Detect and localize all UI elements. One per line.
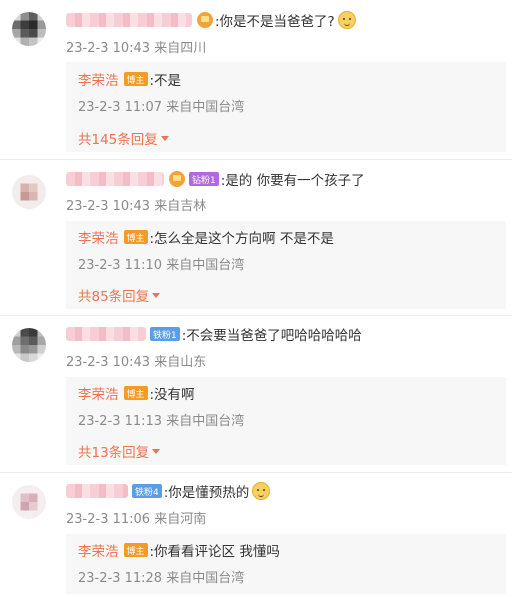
more-replies-label: 共145条回复 [78,132,158,148]
reply-author-link[interactable]: 李荣浩 [78,540,119,560]
reply-text: :怎么全是这个方向啊 不是不是 [149,231,334,247]
comment-text: :不会要当爸爸了吧哈哈哈哈哈 [181,328,362,344]
reply-header: 李荣浩 博主 :怎么全是这个方向啊 不是不是 [78,227,334,247]
fan-badge: 钻粉1 [189,172,219,186]
reply-header: 李荣浩 博主 :不是 [78,69,181,89]
comment-text: :你是不是当爸爸了? [215,14,335,30]
host-badge: 博主 [123,543,148,557]
more-replies-label: 共13条回复 [78,445,150,461]
avatar-image [12,328,46,362]
avatar[interactable] [12,485,46,519]
caret-down-icon [152,292,161,298]
comment-meta: 23-2-3 10:43 来自山东 [66,355,207,370]
comment-meta: 23-2-3 10:43 来自吉林 [66,199,207,214]
comment-header: 铁粉4 :你是懂预热的 [66,480,271,502]
avatar-image [12,175,46,209]
reply-meta: 23-2-3 11:28 来自中国台湾 [78,571,245,586]
comment-text: :是的 你要有一个孩子了 [220,173,365,189]
username-blurred[interactable] [66,484,128,498]
reply-box: 李荣浩 博主 :怎么全是这个方向啊 不是不是 23-2-3 11:10 来自中国… [66,221,506,309]
comment-header: :你是不是当爸爸了? [66,9,356,31]
avatar[interactable] [12,12,46,46]
comment-meta: 23-2-3 10:43 来自四川 [66,41,207,56]
reply-meta: 23-2-3 11:10 来自中国台湾 [78,258,245,273]
divider [0,315,512,316]
comment-header: 铁粉1 :不会要当爸爸了吧哈哈哈哈哈 [66,323,362,345]
fan-badge: 铁粉1 [150,327,180,341]
avatar-image [12,485,46,519]
username-blurred[interactable] [66,172,164,186]
reply-author-link[interactable]: 李荣浩 [78,69,119,89]
username-blurred[interactable] [66,327,146,341]
reply-meta: 23-2-3 11:07 来自中国台湾 [78,100,245,115]
caret-down-icon [160,135,169,141]
crown-badge-icon [197,12,213,28]
reply-header: 李荣浩 博主 :你看看评论区 我懂吗 [78,540,280,560]
avatar-image [12,12,46,46]
reply-meta: 23-2-3 11:13 来自中国台湾 [78,414,245,429]
reply-text: :没有啊 [149,387,195,403]
reply-text: :不是 [149,73,182,89]
more-replies-label: 共85条回复 [78,289,150,305]
divider [0,159,512,160]
host-badge: 博主 [123,230,148,244]
more-replies-link[interactable]: 共145条回复 [78,128,169,148]
comment-text: :你是懂预热的 [163,485,250,501]
comment-meta: 23-2-3 11:06 来自河南 [66,512,207,527]
username-blurred[interactable] [66,13,192,27]
more-replies-link[interactable]: 共85条回复 [78,285,161,305]
caret-down-icon [152,448,161,454]
reply-box: 李荣浩 博主 :你看看评论区 我懂吗 23-2-3 11:28 来自中国台湾 [66,534,506,594]
more-replies-link[interactable]: 共13条回复 [78,441,161,461]
comment-header: 钻粉1 :是的 你要有一个孩子了 [66,168,365,190]
host-badge: 博主 [123,72,148,86]
doge-emoji-icon [252,482,271,500]
reply-box: 李荣浩 博主 :不是 23-2-3 11:07 来自中国台湾 共145条回复 [66,62,506,152]
divider [0,472,512,473]
avatar[interactable] [12,328,46,362]
avatar[interactable] [12,175,46,209]
reply-text: :你看看评论区 我懂吗 [149,544,280,560]
doge-emoji-icon [337,11,356,29]
reply-box: 李荣浩 博主 :没有啊 23-2-3 11:13 来自中国台湾 共13条回复 [66,377,506,465]
reply-author-link[interactable]: 李荣浩 [78,383,119,403]
crown-badge-icon [169,171,185,187]
host-badge: 博主 [123,386,148,400]
reply-author-link[interactable]: 李荣浩 [78,227,119,247]
reply-header: 李荣浩 博主 :没有啊 [78,383,195,403]
fan-badge: 铁粉4 [132,484,162,498]
